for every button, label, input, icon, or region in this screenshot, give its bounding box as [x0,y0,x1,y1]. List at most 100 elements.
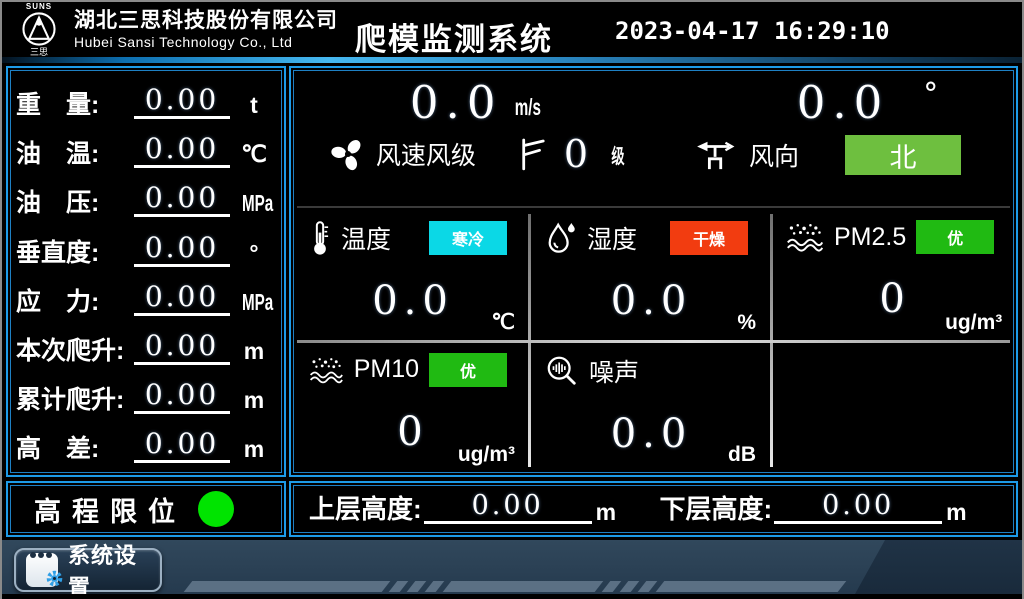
measure-value: 0.00 [145,231,219,264]
noise-unit: dB [728,443,756,467]
wind-direction-line: 风向 北 [665,135,1014,175]
measure-row-current-climb: 本次爬升: 0.00 m [16,322,274,371]
pm25-label: PM2.5 [834,223,906,252]
humidity-status-badge: 干燥 [670,221,748,255]
particles-icon [786,222,824,252]
humidity-label: 湿度 [587,220,637,256]
measure-unit: m [234,338,274,365]
wind-direction-block: 0.0 ° 风向 北 [665,70,1014,206]
wind-level-line: 风速风级 0 级 [293,135,665,173]
company-logo: SUNS 三思 [10,3,68,57]
temperature-label: 温度 [341,220,391,256]
wind-level-flag-icon [520,137,546,171]
measure-label: 油 温: [16,134,134,170]
measure-value-field: 0.00 [134,132,230,168]
measure-label: 重 量: [16,85,134,121]
system-settings-button[interactable]: 系统设置 [14,548,162,592]
gear-icon [45,569,64,593]
wind-level-unit: 级 [608,140,628,169]
lower-height-unit: m [946,499,966,526]
temperature-status-badge: 寒冷 [429,221,507,255]
noise-value: 0.0 [545,411,758,457]
measure-value: 0.00 [145,83,219,116]
measure-unit: MPa [234,289,274,316]
wind-level-value: 0 [564,135,588,173]
measure-label: 油 压: [16,183,134,219]
measure-value-field: 0.00 [134,378,230,414]
measure-value: 0.00 [145,280,219,313]
wind-direction-value: 0.0 [797,80,890,125]
measure-value-field: 0.00 [134,280,230,316]
company-name-cn: 湖北三思科技股份有限公司 [74,9,338,33]
wind-speed-label: 风速风级 [376,136,476,172]
lower-height-label: 下层高度: [660,489,773,526]
taskbar-stripes [188,581,842,592]
temperature-unit: ℃ [491,310,515,335]
fan-icon [330,136,366,172]
measure-row-weight: 重 量: 0.00 t [16,76,274,125]
measure-label: 累计爬升: [16,380,134,416]
page-title: 爬模监测系统 [355,14,553,59]
monitoring-screen: SUNS 三思 湖北三思科技股份有限公司 Hubei Sansi Technol… [0,0,1024,599]
wind-direction-unit: ° [923,80,938,110]
measure-label: 高 差: [16,429,134,465]
measure-value: 0.00 [145,427,219,460]
measurements-panel: 重 量: 0.00 t 油 温: 0.00 ℃ 油 压: 0.00 MPa 垂直… [6,66,286,477]
company-name: 湖北三思科技股份有限公司 Hubei Sansi Technology Co.,… [74,9,338,49]
logo-suns-text: SUNS [26,3,52,11]
measure-value: 0.00 [145,329,219,362]
measure-unit: ℃ [234,141,274,168]
measure-row-stress: 应 力: 0.00 MPa [16,273,274,322]
upper-height-value: 0.00 [472,490,544,521]
wind-speed-block: 0.0 m/s 风速风级 [293,70,665,206]
temperature-value: 0.0 [309,278,517,324]
measure-value-field: 0.00 [134,181,230,217]
measure-unit: m [234,387,274,414]
pm25-status-badge: 优 [916,220,994,254]
humidity-value: 0.0 [545,278,758,324]
measure-value-field: 0.00 [134,231,230,267]
wind-vane-icon [695,138,737,172]
grid-horizontal-divider [297,340,1010,343]
measure-label: 垂直度: [16,233,134,269]
measure-unit: MPa [234,190,274,217]
header-divider [2,57,1022,63]
measure-row-oil-temp: 油 温: 0.00 ℃ [16,125,274,174]
pm25-unit: ug/m³ [945,311,1002,335]
pm10-cell: PM10 优 0 ug/m³ [293,341,529,474]
measure-row-oil-pressure: 油 压: 0.00 MPa [16,174,274,223]
elevation-limit-indicator [198,491,234,527]
header: SUNS 三思 湖北三思科技股份有限公司 Hubei Sansi Technol… [2,2,1022,57]
pm25-cell: PM2.5 优 0 ug/m³ [770,208,1016,341]
measure-row-total-climb: 累计爬升: 0.00 m [16,371,274,420]
measure-label: 本次爬升: [16,331,134,367]
measure-value: 0.00 [145,181,219,214]
datetime-display: 2023-04-17 16:29:10 [615,17,890,45]
measure-row-height-diff: 高 差: 0.00 m [16,420,274,469]
measure-unit: t [234,92,274,119]
measure-unit: m [234,436,274,463]
pm10-status-badge: 优 [429,353,507,387]
measure-label: 应 力: [16,282,134,318]
temperature-cell: 温度 寒冷 0.0 ℃ [293,208,529,341]
noise-cell: 噪声 0.0 dB [529,341,770,474]
taskbar: 系统设置 [0,540,1024,599]
lower-height-field: 下层高度: 0.00 m [654,489,1005,530]
noise-icon [545,354,579,388]
upper-height-value-field: 0.00 [424,490,592,524]
company-name-en: Hubei Sansi Technology Co., Ltd [74,34,338,50]
measure-unit: ° [234,240,274,267]
empty-cell [770,341,1016,474]
lower-height-value: 0.00 [822,490,894,521]
measure-row-verticality: 垂直度: 0.00 ° [16,223,274,272]
pm10-unit: ug/m³ [458,443,515,467]
settings-sliders-icon [26,553,58,587]
humidity-cell: 湿度 干燥 0.0 % [529,208,770,341]
sansi-logo-icon [21,11,57,47]
settings-button-label: 系统设置 [68,538,150,599]
measure-value-field: 0.00 [134,427,230,463]
droplet-icon [545,220,577,256]
wind-direction-readout: 0.0 ° [693,80,1024,125]
logo-cn-text: 三思 [30,48,48,57]
measure-value: 0.00 [145,378,219,411]
